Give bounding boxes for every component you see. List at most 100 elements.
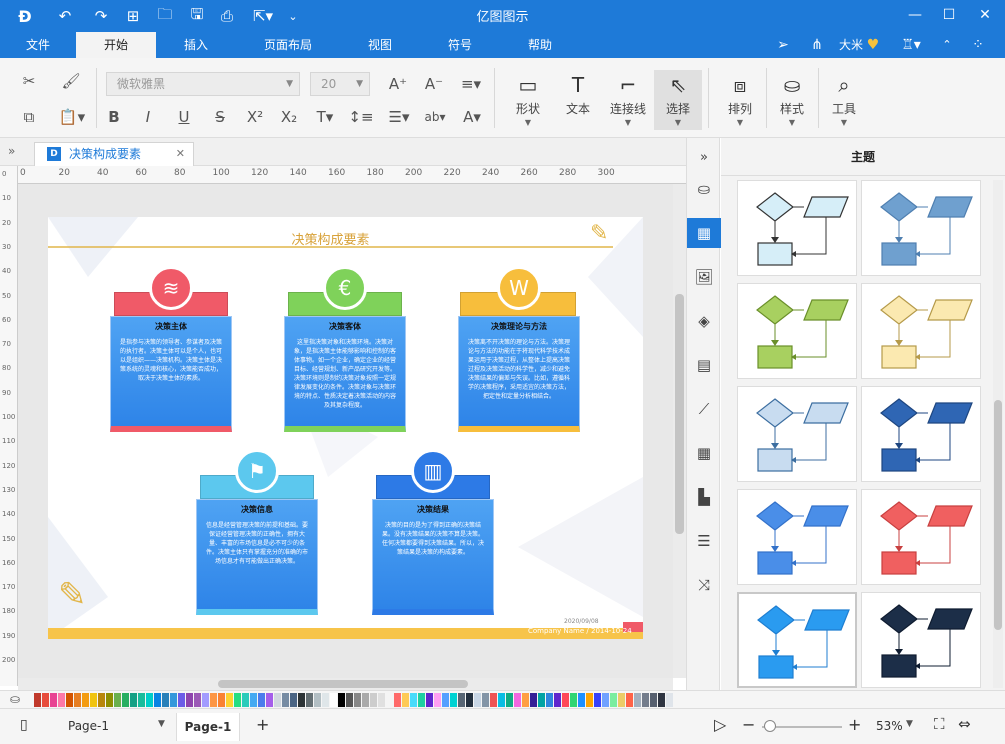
color-swatch[interactable] xyxy=(458,693,465,707)
color-swatch[interactable] xyxy=(98,693,105,707)
open-folder-icon[interactable]: 🗀 xyxy=(152,5,178,27)
color-swatch[interactable] xyxy=(474,693,481,707)
theme-card[interactable] xyxy=(861,180,981,276)
color-swatch[interactable] xyxy=(586,693,593,707)
color-swatch[interactable] xyxy=(90,693,97,707)
font-size-select[interactable]: 20 ▼ xyxy=(310,72,370,96)
color-swatch[interactable] xyxy=(338,693,345,707)
subscript-icon[interactable]: X₂ xyxy=(278,106,300,128)
color-swatch[interactable] xyxy=(34,693,41,707)
color-swatch[interactable] xyxy=(490,693,497,707)
card-body[interactable]: 决策结果 决策的目的是为了得到正确的决策结果。没有决策结果的决策不算是决策。任何决… xyxy=(372,499,494,615)
tools-button[interactable]: ⌕ 工具 ▼ xyxy=(820,70,868,130)
color-swatch[interactable] xyxy=(562,693,569,707)
theme-card[interactable] xyxy=(861,386,981,482)
cut-icon[interactable]: ✂ xyxy=(16,68,42,94)
color-swatch[interactable] xyxy=(650,693,657,707)
color-swatch[interactable] xyxy=(218,693,225,707)
close-tab-icon[interactable]: ✕ xyxy=(176,143,185,165)
print-icon[interactable]: ⎙ xyxy=(214,5,240,27)
color-swatch[interactable] xyxy=(642,693,649,707)
color-swatch[interactable] xyxy=(354,693,361,707)
page-icon[interactable]: ▤ xyxy=(687,350,721,380)
theme-card[interactable] xyxy=(737,180,857,276)
color-swatch[interactable] xyxy=(570,693,577,707)
tab-view[interactable]: 视图 xyxy=(356,32,404,58)
bold-icon[interactable]: B xyxy=(104,106,124,128)
color-swatch[interactable] xyxy=(618,693,625,707)
color-swatch[interactable] xyxy=(378,693,385,707)
page-view-icon[interactable]: ▯ xyxy=(20,717,28,733)
theme-scrollbar[interactable] xyxy=(993,180,1003,688)
theme-card[interactable] xyxy=(737,592,857,688)
color-swatch[interactable] xyxy=(554,693,561,707)
color-swatch[interactable] xyxy=(266,693,273,707)
color-swatch[interactable] xyxy=(482,693,489,707)
color-swatch[interactable] xyxy=(530,693,537,707)
color-swatch[interactable] xyxy=(138,693,145,707)
color-swatch[interactable] xyxy=(506,693,513,707)
color-swatch[interactable] xyxy=(170,693,177,707)
grid-apps-icon[interactable]: ⁘ xyxy=(966,34,990,56)
table-icon[interactable]: ▦ xyxy=(687,438,721,468)
text-tool-icon[interactable]: T▾ xyxy=(312,106,338,128)
color-swatch[interactable] xyxy=(186,693,193,707)
strikethrough-icon[interactable]: S xyxy=(210,106,230,128)
image-icon[interactable]: 🖼 xyxy=(687,262,721,292)
export-icon[interactable]: ⇱▾ xyxy=(246,5,280,27)
tab-symbols[interactable]: 符号 xyxy=(436,32,484,58)
undo-icon[interactable]: ↶ xyxy=(52,5,78,27)
color-swatch[interactable] xyxy=(610,693,617,707)
shape-button[interactable]: ▭ 形状 ▼ xyxy=(504,70,552,130)
card-body[interactable]: 决策主体 是指参与决策的领导者、参谋者及决策的执行者。决策主体可以是个人，也可以是… xyxy=(110,316,232,432)
color-swatch[interactable] xyxy=(434,693,441,707)
align-icon[interactable]: ≡▾ xyxy=(456,72,486,96)
minimize-button[interactable]: — xyxy=(900,4,930,26)
vertical-scrollbar[interactable] xyxy=(673,184,686,678)
color-swatch[interactable] xyxy=(130,693,137,707)
add-page-icon[interactable]: + xyxy=(256,715,269,734)
line-spacing-icon[interactable]: ↕≡ xyxy=(346,106,376,128)
text-case-icon[interactable]: ab▾ xyxy=(420,106,450,128)
scroll-thumb[interactable] xyxy=(218,680,468,688)
italic-icon[interactable]: I xyxy=(138,106,158,128)
style-button[interactable]: ⛀ 样式 ▼ xyxy=(768,70,816,130)
org-icon[interactable]: ▙ xyxy=(687,482,721,512)
format-painter-icon[interactable]: 🖌 xyxy=(58,68,84,94)
zoom-in-icon[interactable]: + xyxy=(848,715,861,734)
color-swatch[interactable] xyxy=(578,693,585,707)
customize-chevron-icon[interactable]: ⌄ xyxy=(284,5,302,27)
fill-bucket-icon[interactable]: ⛀ xyxy=(10,692,20,706)
color-swatch[interactable] xyxy=(274,693,281,707)
diagram-title[interactable]: 决策构成要素 xyxy=(48,229,613,248)
tab-help[interactable]: 帮助 xyxy=(516,32,564,58)
color-swatch[interactable] xyxy=(658,693,665,707)
fit-page-icon[interactable]: ⛶ xyxy=(934,715,945,733)
tab-home[interactable]: 开始 xyxy=(76,32,156,58)
tab-file[interactable]: 文件 xyxy=(12,32,64,58)
document-tab[interactable]: D 决策构成要素 ✕ xyxy=(34,142,194,166)
zoom-level[interactable]: 53% xyxy=(876,719,903,733)
color-swatch[interactable] xyxy=(370,693,377,707)
color-swatch[interactable] xyxy=(522,693,529,707)
share-icon[interactable]: ⋔ xyxy=(806,34,828,56)
color-swatch[interactable] xyxy=(330,693,337,707)
color-swatch[interactable] xyxy=(42,693,49,707)
color-swatch[interactable] xyxy=(594,693,601,707)
diagram-page[interactable]: 决策构成要素 ✎ ✎ Company Name / 2014-10-24 202… xyxy=(48,217,643,639)
shirt-icon[interactable]: ♖▾ xyxy=(898,34,924,56)
color-swatch[interactable] xyxy=(546,693,553,707)
connector-button[interactable]: ⌐ 连接线 ▼ xyxy=(604,70,652,130)
theme-icon[interactable]: ▦ xyxy=(687,218,721,248)
text-button[interactable]: T 文本 xyxy=(554,70,602,130)
superscript-icon[interactable]: X² xyxy=(244,106,266,128)
color-swatch[interactable] xyxy=(162,693,169,707)
font-color-icon[interactable]: A▾ xyxy=(458,106,486,128)
chevron-down-icon[interactable]: ▼ xyxy=(906,719,913,729)
color-swatch[interactable] xyxy=(426,693,433,707)
expand-library-icon[interactable]: » xyxy=(8,144,15,158)
color-swatch[interactable] xyxy=(226,693,233,707)
color-swatch[interactable] xyxy=(394,693,401,707)
theme-card[interactable] xyxy=(737,489,857,585)
color-swatch[interactable] xyxy=(362,693,369,707)
